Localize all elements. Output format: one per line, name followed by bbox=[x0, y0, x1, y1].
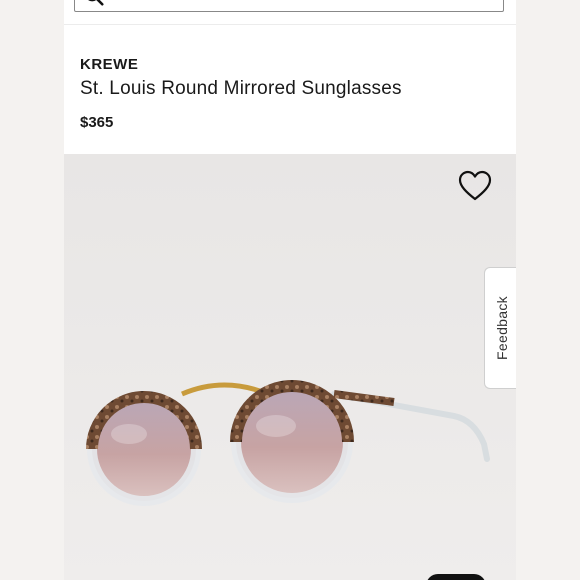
header-divider bbox=[64, 24, 516, 25]
left-margin bbox=[0, 0, 64, 580]
chat-button[interactable] bbox=[426, 574, 486, 580]
product-brand[interactable]: KREWE bbox=[80, 56, 138, 73]
product-page: KREWE St. Louis Round Mirrored Sunglasse… bbox=[64, 0, 516, 580]
product-image[interactable]: Feedback bbox=[64, 154, 516, 580]
search-input[interactable] bbox=[74, 0, 504, 12]
product-title: St. Louis Round Mirrored Sunglasses bbox=[80, 78, 402, 99]
product-price: $365 bbox=[80, 114, 114, 131]
feedback-label: Feedback bbox=[493, 296, 510, 360]
feedback-tab[interactable]: Feedback bbox=[484, 267, 516, 389]
search-icon bbox=[88, 0, 104, 6]
heart-icon[interactable] bbox=[458, 170, 492, 202]
right-margin bbox=[516, 0, 580, 580]
sunglasses-illustration bbox=[86, 380, 490, 506]
